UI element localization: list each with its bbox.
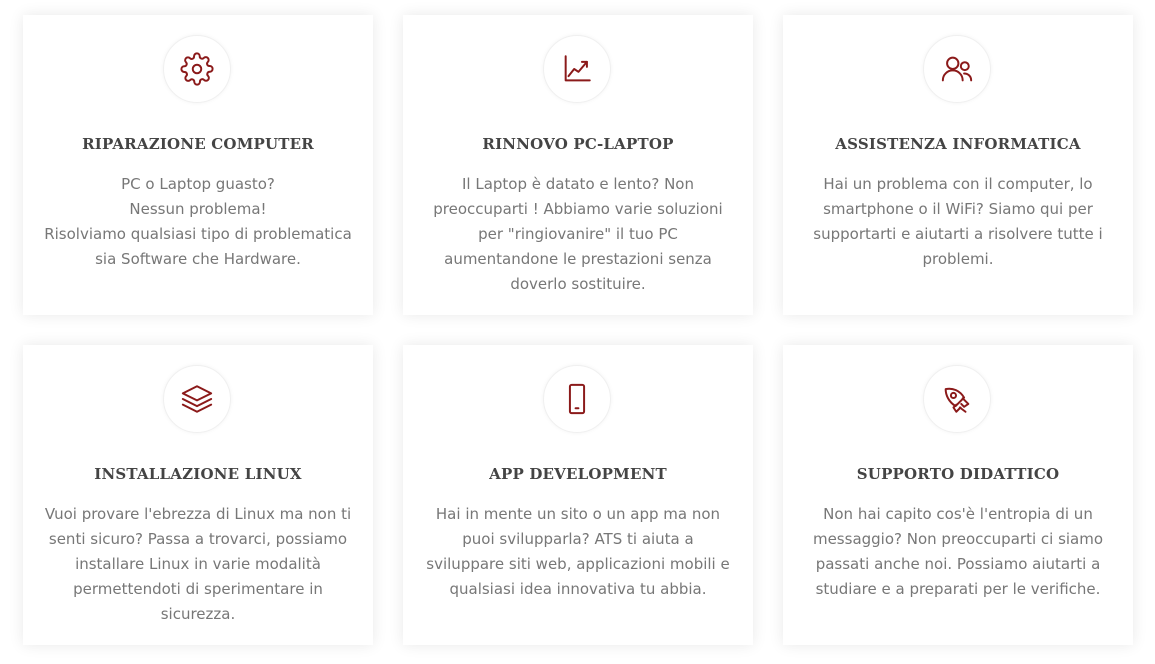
layers-icon bbox=[163, 365, 231, 433]
card-description-line: Vuoi provare l'ebrezza di Linux ma non t… bbox=[44, 505, 352, 623]
card-description-line: Hai un problema con il computer, lo smar… bbox=[813, 175, 1103, 268]
card-description: Hai in mente un sito o un app ma non puo… bbox=[421, 502, 735, 602]
users-icon bbox=[923, 35, 991, 103]
service-card-rinnovo: RINNOVO PC-LAPTOP Il Laptop è datato e l… bbox=[403, 15, 753, 315]
card-title: ASSISTENZA INFORMATICA bbox=[835, 135, 1081, 153]
card-description: Hai un problema con il computer, lo smar… bbox=[801, 172, 1115, 272]
card-title: RIPARAZIONE COMPUTER bbox=[82, 135, 314, 153]
rocket-icon bbox=[923, 365, 991, 433]
service-card-app-development: APP DEVELOPMENT Hai in mente un sito o u… bbox=[403, 345, 753, 645]
card-description-line: PC o Laptop guasto? bbox=[121, 175, 275, 193]
service-card-assistenza: ASSISTENZA INFORMATICA Hai un problema c… bbox=[783, 15, 1133, 315]
service-card-supporto-didattico: SUPPORTO DIDATTICO Non hai capito cos'è … bbox=[783, 345, 1133, 645]
card-description-line: Risolviamo qualsiasi tipo di problematic… bbox=[44, 225, 352, 268]
card-description: Vuoi provare l'ebrezza di Linux ma non t… bbox=[41, 502, 355, 627]
card-title: RINNOVO PC-LAPTOP bbox=[482, 135, 674, 153]
service-card-riparazione: RIPARAZIONE COMPUTER PC o Laptop guasto?… bbox=[23, 15, 373, 315]
card-title: APP DEVELOPMENT bbox=[489, 465, 667, 483]
gear-icon bbox=[163, 35, 231, 103]
card-description-line: Nessun problema! bbox=[129, 200, 267, 218]
card-title: INSTALLAZIONE LINUX bbox=[94, 465, 302, 483]
card-description-line: Non hai capito cos'è l'entropia di un me… bbox=[812, 505, 1104, 598]
service-card-linux: INSTALLAZIONE LINUX Vuoi provare l'ebrez… bbox=[23, 345, 373, 645]
smartphone-icon bbox=[543, 365, 611, 433]
card-description: Non hai capito cos'è l'entropia di un me… bbox=[801, 502, 1115, 602]
card-description: Il Laptop è datato e lento? Non preoccup… bbox=[421, 172, 735, 297]
chart-growth-icon bbox=[543, 35, 611, 103]
card-title: SUPPORTO DIDATTICO bbox=[856, 465, 1060, 483]
card-description-line: Hai in mente un sito o un app ma non puo… bbox=[426, 505, 730, 598]
card-description-line: Il Laptop è datato e lento? Non preoccup… bbox=[433, 175, 723, 293]
card-description: PC o Laptop guasto? Nessun problema! Ris… bbox=[41, 172, 355, 272]
